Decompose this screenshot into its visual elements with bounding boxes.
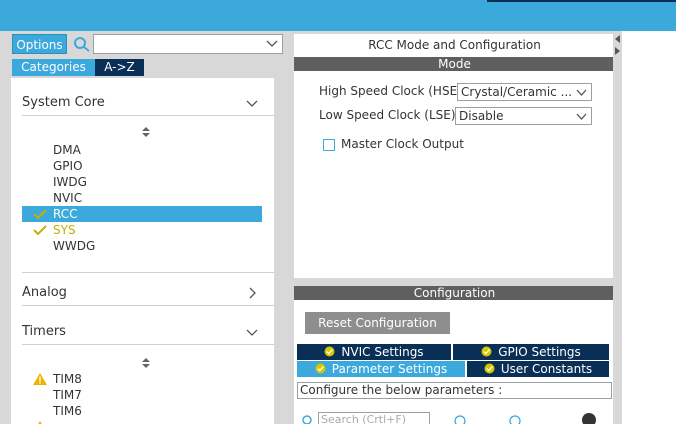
top-tab-accent	[487, 0, 676, 2]
hse-select-value: Crystal/Ceramic ...	[461, 85, 573, 99]
section-system-core[interactable]: System Core	[22, 92, 258, 114]
sort-icon[interactable]	[141, 357, 151, 369]
parameter-search-row: Search (Crtl+F)	[302, 412, 612, 424]
hse-select[interactable]: Crystal/Ceramic ...	[457, 83, 592, 101]
list-item-label: DMA	[53, 143, 81, 157]
check-circle-icon	[481, 346, 492, 357]
tab-categories[interactable]: Categories	[12, 59, 95, 76]
list-item-tim6[interactable]: TIM6	[22, 403, 262, 419]
search-wrap	[73, 34, 283, 54]
config-panel: Configuration Reset Configuration NVIC S…	[294, 286, 615, 424]
divider	[22, 115, 274, 116]
collapse-left-icon[interactable]	[614, 35, 621, 43]
section-analog[interactable]: Analog	[22, 282, 258, 304]
list-item-wwdg[interactable]: WWDG	[22, 238, 262, 254]
tab-a-to-z[interactable]: A->Z	[95, 59, 144, 76]
list-item-label: TIM6	[53, 404, 82, 418]
info-icon[interactable]	[582, 413, 596, 424]
tab-gpio-settings[interactable]: GPIO Settings	[453, 344, 609, 360]
divider	[22, 272, 274, 273]
right-panel: RCC Mode and Configuration Mode High Spe…	[287, 31, 615, 424]
search-input[interactable]	[93, 34, 283, 54]
list-item-label: TIM8	[53, 372, 82, 386]
divider	[22, 344, 274, 345]
sort-icon[interactable]	[141, 126, 151, 138]
search-icon[interactable]	[73, 36, 91, 52]
lse-label: Low Speed Clock (LSE)	[319, 108, 456, 122]
section-timers-label: Timers	[22, 324, 66, 339]
tab-gpio-label: GPIO Settings	[498, 345, 581, 359]
reset-configuration-button[interactable]: Reset Configuration	[305, 312, 450, 334]
left-panel: Options Categories A->Z System Core DMA …	[0, 31, 287, 424]
list-item-label: TIM7	[53, 388, 82, 402]
tab-user-constants[interactable]: User Constants	[467, 361, 609, 377]
parameters-hint: Configure the below parameters :	[297, 382, 612, 399]
list-item-gpio[interactable]: GPIO	[22, 158, 262, 174]
mode-panel: RCC Mode and Configuration Mode High Spe…	[294, 34, 615, 278]
top-bar	[0, 0, 676, 31]
parameter-search-input[interactable]: Search (Crtl+F)	[318, 412, 430, 424]
list-item-label: RCC	[53, 207, 78, 221]
divider	[22, 305, 274, 306]
warning-icon	[33, 373, 47, 385]
options-button[interactable]: Options	[12, 34, 67, 54]
chevron-down-icon	[576, 111, 587, 122]
section-timers[interactable]: Timers	[22, 321, 258, 343]
master-clock-output-checkbox[interactable]	[323, 139, 335, 151]
expand-icon[interactable]	[454, 415, 466, 424]
search-icon[interactable]	[302, 415, 314, 424]
configuration-header: Configuration	[294, 286, 615, 300]
panel-splitter[interactable]	[613, 31, 622, 424]
chevron-down-icon[interactable]	[266, 37, 278, 49]
tab-nvic-settings[interactable]: NVIC Settings	[297, 344, 451, 360]
master-clock-output-label: Master Clock Output	[341, 137, 464, 151]
mode-header: Mode	[294, 57, 615, 71]
chevron-right-icon	[249, 287, 256, 299]
tab-parameter-label: Parameter Settings	[331, 362, 448, 376]
list-item-tim7[interactable]: TIM7	[22, 387, 262, 403]
collapse-right-icon[interactable]	[614, 47, 621, 55]
list-item-label: SYS	[53, 223, 76, 237]
section-system-core-label: System Core	[22, 95, 105, 110]
list-item-iwdg[interactable]: IWDG	[22, 174, 262, 190]
list-item-label: GPIO	[53, 159, 83, 173]
tab-user-constants-label: User Constants	[500, 362, 593, 376]
list-item-sys[interactable]: SYS	[22, 222, 262, 238]
list-item-label: WWDG	[53, 239, 96, 253]
list-item-partial	[22, 419, 262, 424]
tab-nvic-label: NVIC Settings	[341, 345, 424, 359]
list-item-rcc[interactable]: RCC	[22, 206, 262, 222]
check-circle-icon	[324, 346, 335, 357]
check-circle-icon	[484, 363, 495, 374]
lse-select-value: Disable	[459, 109, 504, 123]
list-item-label: IWDG	[53, 175, 87, 189]
lse-select[interactable]: Disable	[455, 107, 592, 125]
section-analog-label: Analog	[22, 285, 67, 300]
check-icon	[33, 225, 47, 236]
hse-label: High Speed Clock (HSE)	[319, 84, 462, 98]
tab-parameter-settings[interactable]: Parameter Settings	[297, 361, 465, 377]
list-item-dma[interactable]: DMA	[22, 142, 262, 158]
chevron-down-icon	[246, 329, 258, 336]
chevron-down-icon	[246, 100, 258, 107]
list-item-nvic[interactable]: NVIC	[22, 190, 262, 206]
collapse-icon[interactable]	[509, 415, 521, 424]
check-circle-icon	[315, 363, 326, 374]
panel-title: RCC Mode and Configuration	[368, 38, 541, 52]
list-item-tim8[interactable]: TIM8	[22, 371, 262, 387]
check-icon	[33, 209, 47, 220]
chevron-down-icon	[576, 87, 587, 98]
list-item-label: NVIC	[53, 191, 83, 205]
